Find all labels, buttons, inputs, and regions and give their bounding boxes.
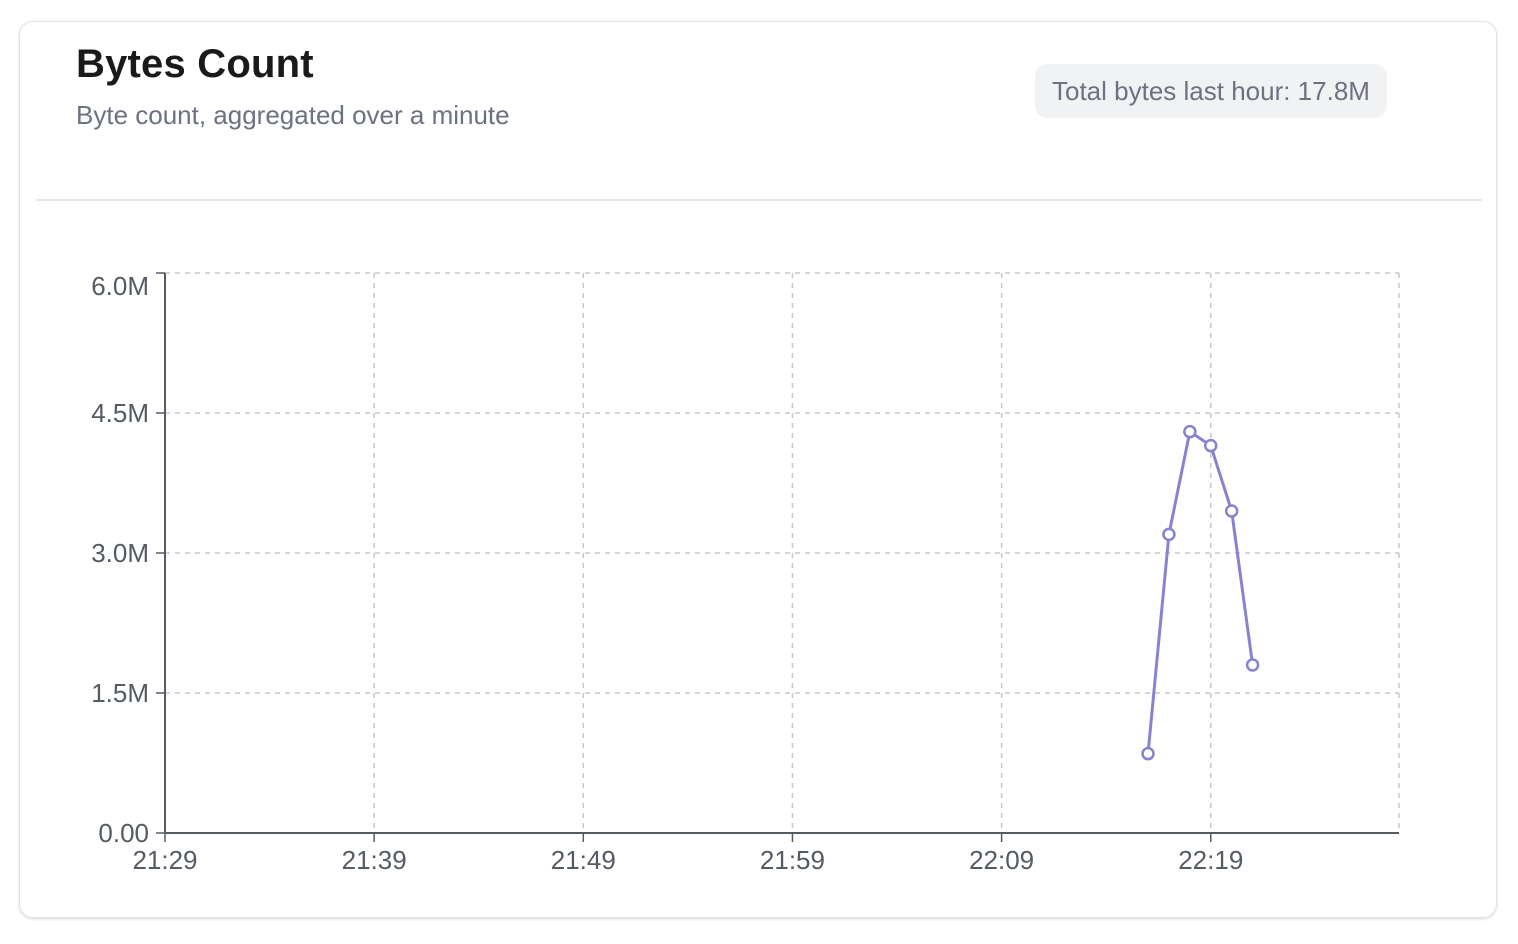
y-tick-label: 3.0M (91, 538, 149, 568)
data-point (1162, 527, 1176, 542)
series-line (1146, 430, 1255, 754)
chart-series (1141, 424, 1260, 761)
x-tick-label: 21:49 (551, 845, 616, 875)
data-point (1141, 746, 1155, 761)
chart-grid (165, 272, 1400, 833)
x-tick-label: 22:09 (969, 845, 1034, 875)
data-point (1224, 504, 1239, 518)
y-tick-label: 4.5M (91, 398, 149, 428)
x-tick-label: 22:19 (1178, 845, 1243, 875)
y-tick-label: 0.00 (98, 818, 149, 848)
y-tick-label: 6.0M (91, 271, 149, 301)
y-tick-label: 1.5M (91, 678, 149, 708)
bytes-line-chart: 0.00 1.5M 3.0M 4.5M 6.0M 21:29 21:39 21:49 21:59… (91, 271, 1400, 875)
x-tick-label: 21:29 (132, 845, 197, 875)
x-tick-label: 21:59 (760, 845, 825, 875)
chart-axes: 0.00 1.5M 3.0M 4.5M 6.0M 21:29 21:39 21:49 21:59… (91, 271, 1399, 875)
x-tick-label: 21:39 (342, 845, 407, 875)
data-point (1183, 424, 1197, 439)
data-point (1204, 438, 1218, 453)
data-point (1245, 658, 1260, 672)
